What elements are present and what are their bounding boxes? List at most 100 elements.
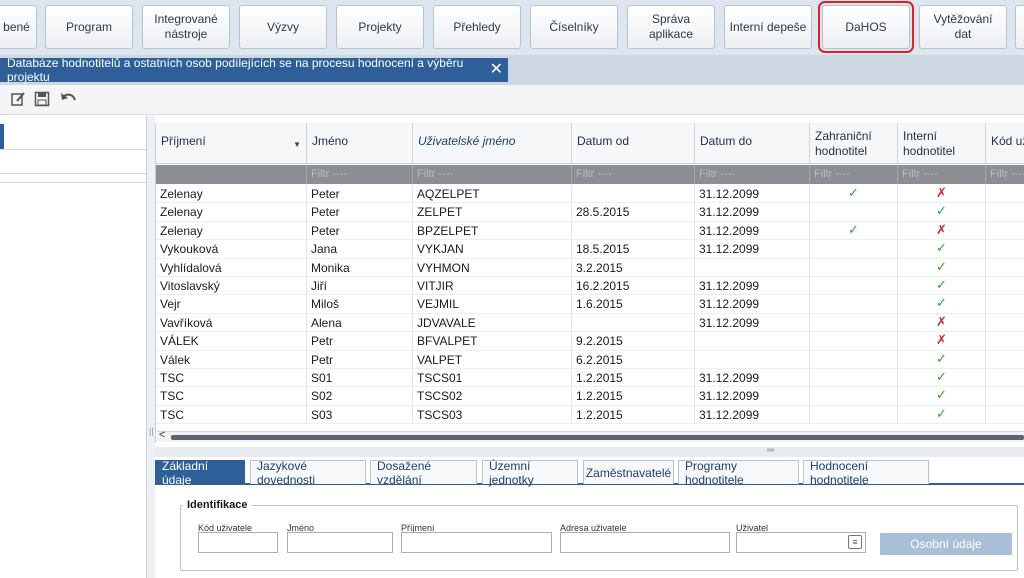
close-icon[interactable]: ✕ <box>490 60 503 80</box>
filter-zahranicni[interactable]: Filtr ---- <box>810 165 898 184</box>
prijmeni-input[interactable] <box>401 532 552 553</box>
edit-icon[interactable] <box>8 89 28 109</box>
checkmark-icon: ✓ <box>848 185 859 200</box>
tab-uzemni-jednotky[interactable]: Územní jednotky <box>482 459 578 487</box>
cell-interni: ✓ <box>898 350 986 369</box>
column-header-uzivatelske-jmeno[interactable]: Uživatelské jméno <box>413 123 572 164</box>
filter-uzivatelske-jmeno[interactable]: Filtr ---- <box>413 165 572 184</box>
sort-down-icon[interactable]: ▼ <box>293 137 301 152</box>
table-row[interactable]: VÁLEK Petr BFVALPET 9.2.2015 ✗ <box>156 332 1024 351</box>
cell-zahranicni <box>810 387 898 406</box>
cell-jmeno: Peter <box>307 203 413 222</box>
cell-interni: ✗ <box>898 221 986 240</box>
table-row[interactable]: Zelenay Peter AQZELPET 31.12.2099 ✓ ✗ <box>156 185 1024 204</box>
cell-prijmeni: TSC <box>156 405 307 424</box>
column-header-kod-uzivatele[interactable]: Kód už <box>986 123 1024 164</box>
cell-zahranicni <box>810 240 898 259</box>
nav-item-more[interactable] <box>1015 5 1024 49</box>
filter-prijmeni[interactable] <box>156 165 307 184</box>
cell-jmeno: Petr <box>307 350 413 369</box>
cell-kod-uzivatele <box>986 185 1024 203</box>
filter-kod-uzivatele[interactable]: Filtr ---- <box>986 165 1024 184</box>
nav-item-sprava-aplikace[interactable]: Správa aplikace <box>627 5 715 49</box>
cell-uzivatelske-jmeno: TSCS01 <box>413 369 572 387</box>
nav-item-program[interactable]: Program <box>45 5 133 49</box>
column-header-datum-od[interactable]: Datum od <box>572 123 695 164</box>
cell-datum-od <box>572 313 695 332</box>
cell-interni: ✓ <box>898 258 986 277</box>
tab-dosazene-vzdelani[interactable]: Dosažené vzdělání <box>370 459 477 487</box>
scrollbar-thumb[interactable] <box>171 435 1024 440</box>
cell-datum-do: 31.12.2099 <box>695 203 810 222</box>
cell-uzivatelske-jmeno: BPZELPET <box>413 221 572 240</box>
horizontal-splitter[interactable]: ═ <box>155 445 1024 457</box>
jmeno-input[interactable] <box>287 532 393 553</box>
table-row[interactable]: Zelenay Peter BPZELPET 31.12.2099 ✓ ✗ <box>156 221 1024 241</box>
nav-item-dahos[interactable]: DaHOS <box>818 1 914 53</box>
cell-jmeno: Monika <box>307 258 413 277</box>
scroll-left-icon[interactable]: < <box>159 429 165 441</box>
tab-zamestnavatele[interactable]: Zaměstnavatelé <box>583 460 674 484</box>
filter-jmeno[interactable]: Filtr ---- <box>307 165 413 184</box>
cell-zahranicni: ✓ <box>810 221 898 240</box>
left-panel-tab[interactable] <box>0 124 4 149</box>
kod-uzivatele-input[interactable] <box>198 532 278 553</box>
column-header-zahranicni[interactable]: Zahraniční hodnotitel <box>810 123 898 164</box>
nav-item-projekty[interactable]: Projekty <box>336 5 424 49</box>
nav-item-interni-depese[interactable]: Interní depeše <box>724 5 812 49</box>
window-tab[interactable]: Databáze hodnotitelů a ostatních osob po… <box>0 56 508 84</box>
nav-item-vyzvy[interactable]: Výzvy <box>239 5 327 49</box>
cell-datum-od: 9.2.2015 <box>572 332 695 351</box>
table-row[interactable]: Vavříková Alena JDVAVALE 31.12.2099 ✗ <box>156 313 1024 333</box>
column-header-jmeno[interactable]: Jméno <box>307 123 413 164</box>
osobni-udaje-button[interactable]: Osobní údaje <box>880 533 1012 555</box>
cell-zahranicni <box>810 332 898 351</box>
detail-tabs: Základní údaje Jazykové dovednosti Dosaž… <box>155 459 1024 487</box>
tab-programy-hodnotitele[interactable]: Programy hodnotitele <box>678 459 799 487</box>
table-row[interactable]: Válek Petr VALPET 6.2.2015 ✓ <box>156 350 1024 369</box>
column-header-interni[interactable]: Interní hodnotitel <box>898 123 986 164</box>
evaluators-grid: Příjmení ▼ Jméno Uživatelské jméno Datum … <box>155 123 1024 443</box>
undo-icon[interactable] <box>58 89 78 109</box>
cell-datum-od: 1.2.2015 <box>572 405 695 424</box>
cell-kod-uzivatele <box>986 406 1024 424</box>
table-row[interactable]: TSC S03 TSCS03 1.2.2015 31.12.2099 ✓ <box>156 405 1024 425</box>
filter-interni[interactable]: Filtr ---- <box>898 165 986 184</box>
uzivatel-input[interactable]: ≡ <box>736 532 866 553</box>
adresa-uzivatele-input[interactable] <box>560 532 730 553</box>
nav-item-vytezovani-dat[interactable]: Vytěžování dat <box>919 5 1007 49</box>
vertical-splitter[interactable]: || <box>147 116 155 578</box>
cell-datum-od: 18.5.2015 <box>572 240 695 259</box>
left-panel-divider <box>0 173 146 174</box>
table-row[interactable]: Vejr Miloš VEJMIL 1.6.2015 31.12.2099 ✓ <box>156 295 1024 314</box>
cell-prijmeni: TSC <box>156 387 307 406</box>
table-row[interactable]: Vykouková Jana VYKJAN 18.5.2015 31.12.2099 ✓ <box>156 240 1024 259</box>
nav-item-oblibene[interactable]: bené <box>0 5 37 49</box>
checkmark-icon: ✓ <box>936 258 947 274</box>
cell-zahranicni <box>810 313 898 332</box>
column-header-datum-do[interactable]: Datum do <box>695 123 810 164</box>
filter-datum-do[interactable]: Filtr ---- <box>695 165 810 184</box>
cell-jmeno: Peter <box>307 221 413 240</box>
nav-item-prehledy[interactable]: Přehledy <box>433 5 521 49</box>
filter-datum-od[interactable]: Filtr ---- <box>572 165 695 184</box>
list-picker-icon[interactable]: ≡ <box>848 535 862 549</box>
nav-item-integrovane-nastroje[interactable]: Integrované nástroje <box>142 5 230 49</box>
cell-interni: ✗ <box>898 313 986 332</box>
tab-zakladni-udaje[interactable]: Základní údaje <box>155 459 245 487</box>
nav-item-ciselniky[interactable]: Číselníky <box>530 5 618 49</box>
cell-prijmeni: Vitoslavský <box>156 277 307 295</box>
table-row[interactable]: Vyhlídalová Monika VYHMON 3.2.2015 ✓ <box>156 258 1024 277</box>
column-header-prijmeni[interactable]: Příjmení ▼ <box>156 123 307 164</box>
cell-interni: ✓ <box>898 387 986 406</box>
table-row[interactable]: Zelenay Peter ZELPET 28.5.2015 31.12.2099 ✓ <box>156 203 1024 222</box>
table-row[interactable]: Vitoslavský Jiří VITJIR 16.2.2015 31.12.2099… <box>156 277 1024 296</box>
save-icon[interactable] <box>32 89 52 109</box>
horizontal-scrollbar[interactable]: < <box>157 429 1024 442</box>
tab-jazykove-dovednosti[interactable]: Jazykové dovednosti <box>250 459 366 487</box>
cell-jmeno: Alena <box>307 313 413 332</box>
table-row[interactable]: TSC S02 TSCS02 1.2.2015 31.12.2099 ✓ <box>156 387 1024 406</box>
cell-datum-od: 16.2.2015 <box>572 277 695 295</box>
table-row[interactable]: TSC S01 TSCS01 1.2.2015 31.12.2099 ✓ <box>156 369 1024 388</box>
tab-hodnoceni-hodnotitele[interactable]: Hodnocení hodnotitele <box>803 459 929 487</box>
